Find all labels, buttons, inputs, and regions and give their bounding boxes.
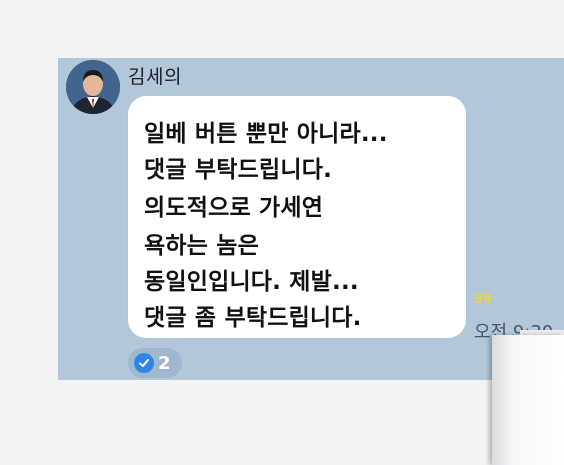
- reaction-badge[interactable]: 2: [128, 348, 182, 378]
- message-line: 의도적으로 가세연: [144, 195, 324, 221]
- overlay-window: [492, 335, 564, 465]
- sender-name: 김세의: [128, 66, 182, 88]
- unread-count: 99: [474, 292, 493, 307]
- message-line: 일베 버튼 뿐만 아니라...: [144, 121, 388, 147]
- reaction-count: 2: [158, 352, 171, 374]
- message-line: 동일인입니다. 제발...: [144, 269, 359, 295]
- message-line: 댓글 부탁드립니다.: [144, 157, 333, 183]
- message-line: 욕하는 놈은: [144, 233, 260, 259]
- message-line: 댓글 좀 부탁드립니다.: [144, 305, 362, 331]
- sender-avatar[interactable]: [66, 60, 120, 114]
- check-circle-icon: [134, 353, 154, 373]
- profile-photo: [66, 60, 120, 114]
